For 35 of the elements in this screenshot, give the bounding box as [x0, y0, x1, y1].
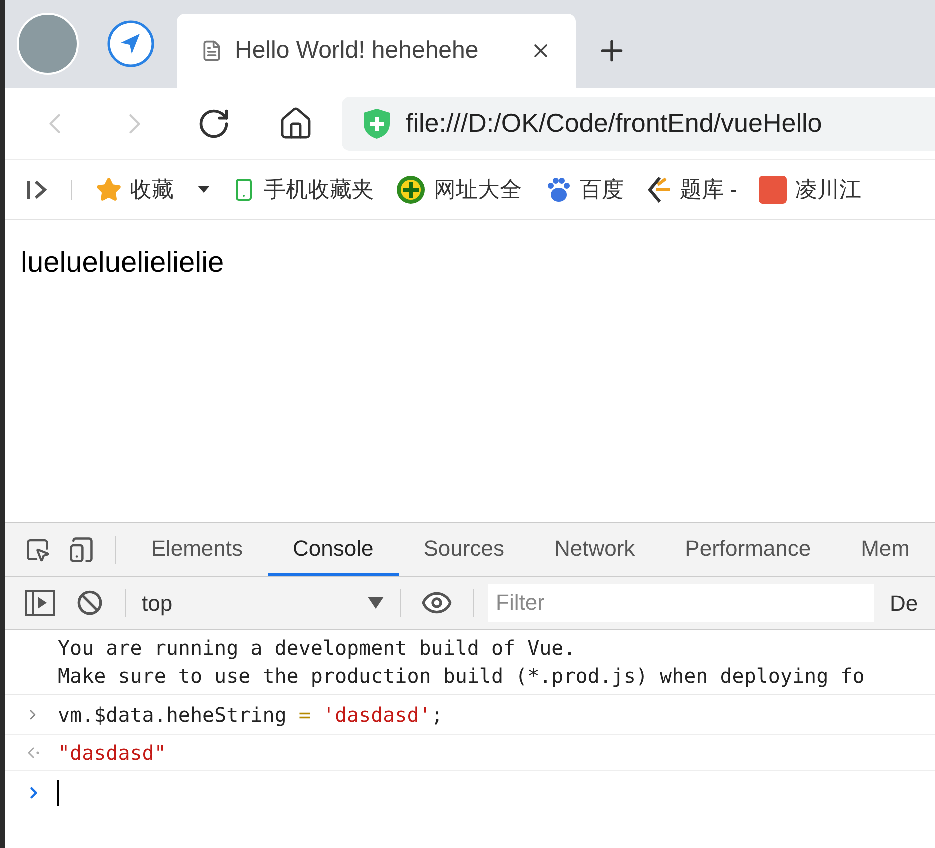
- dropdown-caret-icon[interactable]: [198, 186, 210, 194]
- devtools-tab[interactable]: Mem: [836, 523, 935, 576]
- levels-label[interactable]: De: [890, 586, 918, 620]
- clear-console-icon[interactable]: [77, 590, 103, 616]
- browser-tab[interactable]: Hello World! hehehehe: [177, 14, 576, 88]
- devtools-tab[interactable]: Elements: [126, 523, 268, 576]
- bookmark-item[interactable]: 百度: [544, 173, 624, 206]
- bookmark-item[interactable]: 收藏: [96, 173, 210, 206]
- result-arrow-icon: [27, 746, 41, 758]
- sidebar-play-icon[interactable]: [25, 590, 55, 616]
- console-log-line: Make sure to use the production build (*.prod.js) when deploying fo: [58, 663, 865, 690]
- console-log-line: You are running a development build of Vue.: [58, 635, 576, 662]
- tab-title: Hello World! hehehehe: [235, 36, 480, 66]
- url-text: file:///D:/OK/Code/frontEnd/vueHello: [406, 107, 822, 140]
- devtools-tab[interactable]: Network: [529, 523, 660, 576]
- filter-field[interactable]: Filter: [488, 584, 874, 622]
- result-text: "dasdasd": [58, 740, 166, 766]
- globe-icon: [396, 174, 426, 204]
- address-field[interactable]: file:///D:/OK/Code/frontEnd/vueHello: [342, 96, 935, 150]
- command-text: vm.$data.heheString = 'dasdasd';: [58, 702, 444, 728]
- bookmark-item[interactable]: 手机收藏夹: [232, 173, 374, 206]
- star-icon: [96, 176, 122, 202]
- devtools-tab[interactable]: Sources: [398, 523, 530, 576]
- devtools-tab[interactable]: Performance: [660, 523, 836, 576]
- context-select[interactable]: top: [126, 586, 400, 620]
- bookmark-item[interactable]: 题库 -: [646, 173, 738, 206]
- bookmark-item[interactable]: 凌川江: [759, 173, 862, 206]
- device-toolbar-icon[interactable]: [68, 534, 96, 564]
- bookmark-item[interactable]: 网址大全: [396, 173, 522, 206]
- page-text: luelueluelielielie: [21, 247, 224, 279]
- dropdown-caret-icon: [368, 597, 384, 609]
- shield-plus-icon: [362, 108, 392, 140]
- app-icon: [759, 176, 788, 204]
- bracket-logo-icon: [646, 174, 672, 204]
- page-icon: [201, 40, 223, 62]
